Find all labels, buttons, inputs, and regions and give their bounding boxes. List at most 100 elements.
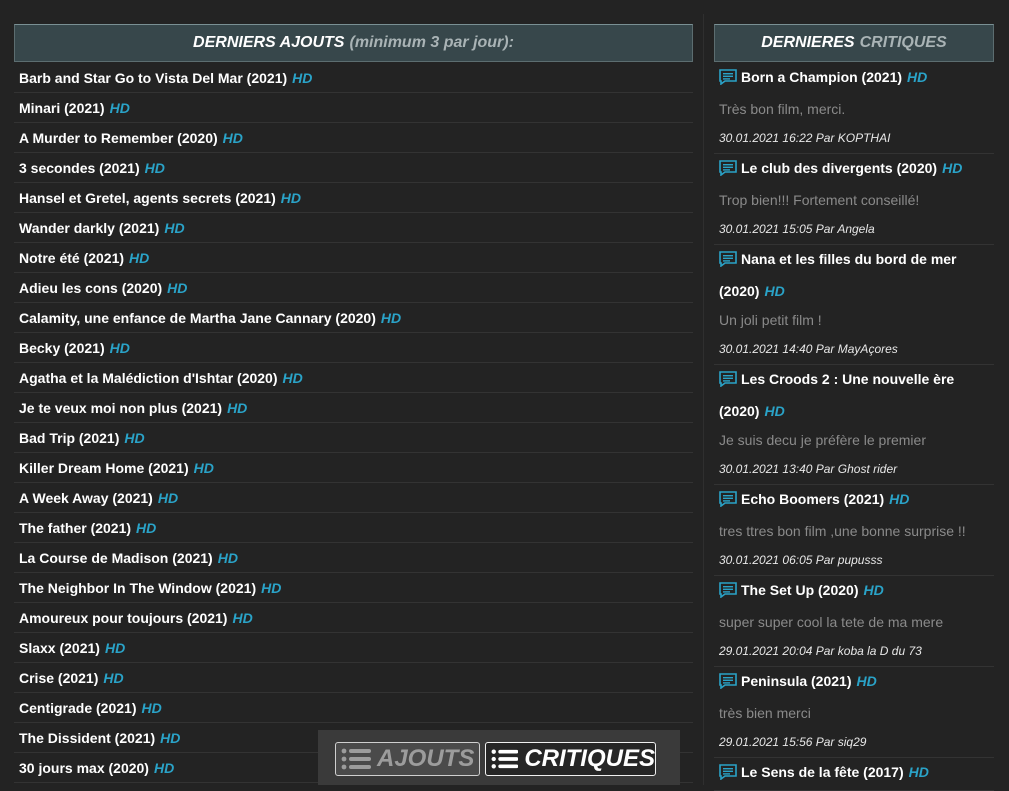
hd-badge: HD bbox=[157, 489, 179, 506]
review-meta: 29.01.2021 20:04 Par koba la D du 73 bbox=[719, 644, 922, 658]
movie-title[interactable]: The father (2021) bbox=[19, 520, 131, 536]
review-movie-title[interactable]: Le club des divergents (2020) bbox=[741, 160, 937, 176]
movie-title[interactable]: Hansel et Gretel, agents secrets (2021) bbox=[19, 190, 276, 206]
movie-title[interactable]: A Week Away (2021) bbox=[19, 490, 153, 506]
movie-title[interactable]: Calamity, une enfance de Martha Jane Can… bbox=[19, 310, 376, 326]
review-movie-link[interactable]: Born a Champion (2021) HD bbox=[719, 63, 989, 95]
movie-row[interactable]: Agatha et la Malédiction d'Ishtar (2020)… bbox=[14, 363, 693, 393]
movie-title[interactable]: Centigrade (2021) bbox=[19, 700, 136, 716]
comment-icon bbox=[719, 488, 737, 517]
hd-badge: HD bbox=[104, 639, 126, 656]
review-item: Les Croods 2 : Une nouvelle ère (2020) HD… bbox=[714, 365, 994, 485]
movie-title[interactable]: The Dissident (2021) bbox=[19, 730, 155, 746]
movie-row[interactable]: Adieu les cons (2020) HD bbox=[14, 273, 693, 303]
hd-badge: HD bbox=[109, 99, 130, 116]
review-movie-link[interactable]: Echo Boomers (2021) HD bbox=[719, 485, 989, 517]
movie-row[interactable]: Je te veux moi non plus (2021) HD bbox=[14, 393, 693, 423]
review-meta: 29.01.2021 15:56 Par siq29 bbox=[719, 735, 867, 749]
review-item: The Set Up (2020) HD super super cool la t… bbox=[714, 576, 994, 667]
hd-badge: HD bbox=[908, 764, 929, 780]
movie-title[interactable]: Barb and Star Go to Vista Del Mar (2021) bbox=[19, 70, 287, 86]
comment-icon bbox=[719, 66, 737, 95]
movie-row[interactable]: A Murder to Remember (2020) HD bbox=[14, 123, 693, 153]
movie-title[interactable]: Notre été (2021) bbox=[19, 250, 124, 266]
comment-icon bbox=[719, 157, 737, 186]
movie-row[interactable]: Barb and Star Go to Vista Del Mar (2021)… bbox=[14, 63, 693, 93]
movie-row[interactable]: Wander darkly (2021) HD bbox=[14, 213, 693, 243]
movie-row[interactable]: Crise (2021) HD bbox=[14, 663, 693, 693]
movie-row[interactable]: Amoureux pour toujours (2021) HD bbox=[14, 603, 693, 633]
movie-title[interactable]: La Course de Madison (2021) bbox=[19, 550, 213, 566]
movie-title[interactable]: Amoureux pour toujours (2021) bbox=[19, 610, 227, 626]
list-icon bbox=[341, 748, 371, 770]
movie-row[interactable]: Centigrade (2021) HD bbox=[14, 693, 693, 723]
review-movie-title[interactable]: Echo Boomers (2021) bbox=[741, 491, 884, 507]
movie-row[interactable]: Calamity, une enfance de Martha Jane Can… bbox=[14, 303, 693, 333]
movie-title[interactable]: Je te veux moi non plus (2021) bbox=[19, 400, 222, 416]
movie-row[interactable]: The Neighbor In The Window (2021) HD bbox=[14, 573, 693, 603]
movie-title[interactable]: The Neighbor In The Window (2021) bbox=[19, 580, 256, 596]
tab-critiques[interactable]: CRITIQUES bbox=[485, 742, 656, 776]
movie-row[interactable]: La Course de Madison (2021) HD bbox=[14, 543, 693, 573]
latest-additions-column: DERNIERS AJOUTS (minimum 3 par jour): Ba… bbox=[14, 24, 693, 783]
review-text: tres ttres bon film ,une bonne surprise … bbox=[719, 523, 966, 539]
header-subtitle: CRITIQUES bbox=[859, 34, 947, 51]
hd-badge: HD bbox=[261, 579, 282, 596]
movie-title[interactable]: Minari (2021) bbox=[19, 100, 105, 116]
review-movie-link[interactable]: Le club des divergents (2020) HD bbox=[719, 154, 989, 186]
review-movie-title[interactable]: Les Croods 2 : Une nouvelle ère (2020) bbox=[719, 371, 954, 419]
movie-title[interactable]: Adieu les cons (2020) bbox=[19, 280, 162, 296]
header-title: DERNIERES bbox=[761, 34, 855, 51]
movie-row[interactable]: The father (2021) HD bbox=[14, 513, 693, 543]
movie-title[interactable]: Killer Dream Home (2021) bbox=[19, 460, 189, 476]
review-text: très bien merci bbox=[719, 705, 811, 721]
review-movie-title[interactable]: The Set Up (2020) bbox=[741, 582, 858, 598]
latest-reviews-column: DERNIERES CRITIQUES Born a Champion (202… bbox=[714, 24, 994, 791]
hd-badge: HD bbox=[907, 69, 928, 85]
review-text: super super cool la tete de ma mere bbox=[719, 614, 944, 630]
review-movie-link[interactable]: The Set Up (2020) HD bbox=[719, 576, 989, 608]
hd-badge: HD bbox=[141, 699, 162, 716]
review-movie-title[interactable]: Le Sens de la fête (2017) bbox=[741, 764, 904, 780]
movie-title[interactable]: Becky (2021) bbox=[19, 340, 105, 356]
hd-badge: HD bbox=[222, 129, 243, 146]
review-meta: 30.01.2021 14:40 Par MayAçores bbox=[719, 342, 898, 356]
hd-badge: HD bbox=[193, 459, 214, 476]
review-movie-link[interactable]: Peninsula (2021) HD bbox=[719, 667, 989, 699]
hd-badge: HD bbox=[889, 491, 910, 507]
bottom-tab-bar: AJOUTS CRITIQUES bbox=[318, 730, 680, 785]
hd-badge: HD bbox=[764, 403, 785, 419]
movie-title[interactable]: 30 jours max (2020) bbox=[19, 760, 149, 776]
column-separator bbox=[703, 14, 704, 785]
movie-title[interactable]: A Murder to Remember (2020) bbox=[19, 130, 218, 146]
review-movie-title[interactable]: Peninsula (2021) bbox=[741, 673, 852, 689]
movie-title[interactable]: Crise (2021) bbox=[19, 670, 98, 686]
review-movie-link[interactable]: Le Sens de la fête (2017) HD bbox=[719, 758, 989, 790]
movie-row[interactable]: Becky (2021) HD bbox=[14, 333, 693, 363]
movie-row[interactable]: Notre été (2021) HD bbox=[14, 243, 693, 273]
review-movie-link[interactable]: Nana et les filles du bord de mer (2020)… bbox=[719, 245, 989, 306]
movie-row[interactable]: A Week Away (2021) HD bbox=[14, 483, 693, 513]
movie-title[interactable]: Wander darkly (2021) bbox=[19, 220, 159, 236]
review-movie-title[interactable]: Born a Champion (2021) bbox=[741, 69, 902, 85]
movie-row[interactable]: 3 secondes (2021) HD bbox=[14, 153, 693, 183]
movie-title[interactable]: Agatha et la Malédiction d'Ishtar (2020) bbox=[19, 370, 278, 386]
hd-badge: HD bbox=[764, 283, 785, 299]
movie-row[interactable]: Slaxx (2021) HD bbox=[14, 633, 693, 663]
movie-row[interactable]: Bad Trip (2021) HD bbox=[14, 423, 693, 453]
tab-ajouts-label: AJOUTS bbox=[377, 745, 475, 772]
movie-row[interactable]: Hansel et Gretel, agents secrets (2021) H… bbox=[14, 183, 693, 213]
review-item: Nana et les filles du bord de mer (2020)… bbox=[714, 245, 994, 365]
movie-row[interactable]: Killer Dream Home (2021) HD bbox=[14, 453, 693, 483]
review-movie-link[interactable]: Les Croods 2 : Une nouvelle ère (2020) HD bbox=[719, 365, 989, 426]
movie-row[interactable]: Minari (2021) HD bbox=[14, 93, 693, 123]
movie-title[interactable]: 3 secondes (2021) bbox=[19, 160, 140, 176]
hd-badge: HD bbox=[144, 159, 165, 176]
list-icon bbox=[491, 749, 519, 769]
hd-badge: HD bbox=[109, 339, 130, 356]
hd-badge: HD bbox=[167, 279, 188, 296]
movie-title[interactable]: Bad Trip (2021) bbox=[19, 430, 119, 446]
review-movie-title[interactable]: Nana et les filles du bord de mer (2020) bbox=[719, 251, 957, 299]
tab-ajouts[interactable]: AJOUTS bbox=[335, 742, 480, 776]
movie-title[interactable]: Slaxx (2021) bbox=[19, 640, 100, 656]
